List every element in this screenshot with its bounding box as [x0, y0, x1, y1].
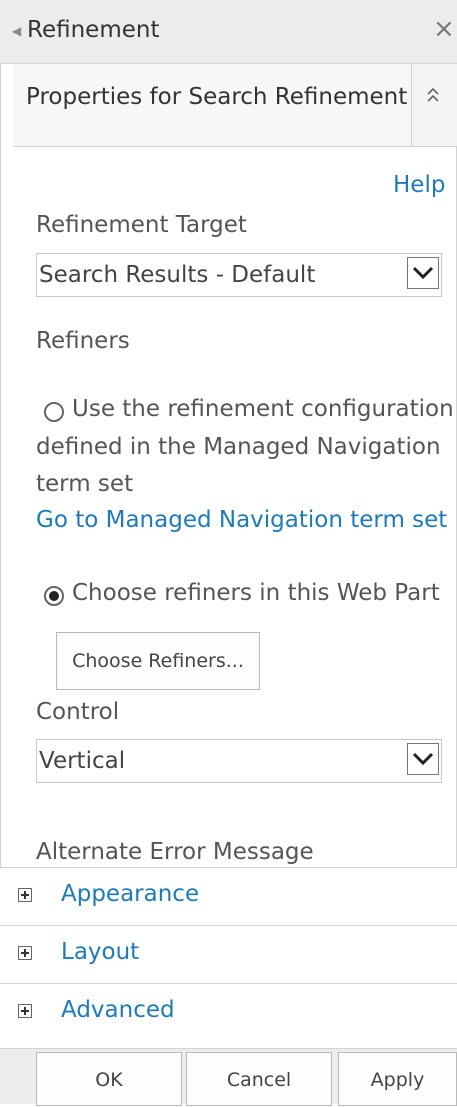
section-header[interactable]: Properties for Search Refinement [13, 64, 457, 147]
close-icon[interactable]: × [433, 14, 455, 44]
chevron-down-icon[interactable] [407, 257, 439, 289]
chevron-up-double-icon [426, 86, 440, 113]
section-collapse-button[interactable] [411, 64, 457, 146]
tool-pane-title: Refinement [27, 17, 160, 43]
radio-managed-label-3: term set [36, 471, 134, 497]
refinement-target-value: Search Results - Default [39, 262, 316, 288]
radio-choose-in-webpart[interactable] [44, 586, 64, 606]
chevron-down-icon[interactable] [407, 743, 439, 775]
section-title: Properties for Search Refinement [26, 84, 408, 110]
footer-bar: OK Cancel Apply [0, 1048, 457, 1106]
expander-appearance[interactable]: Appearance [0, 867, 457, 926]
managed-navigation-link[interactable]: Go to Managed Navigation term set [36, 507, 447, 533]
radio-webpart-label: Choose refiners in this Web Part [72, 580, 440, 606]
radio-managed-label-1: Use the refinement configuration [72, 396, 454, 422]
help-link[interactable]: Help [393, 172, 445, 198]
expander-layout[interactable]: Layout [0, 925, 457, 984]
expander-layout-label[interactable]: Layout [61, 939, 139, 965]
radio-managed-navigation[interactable] [44, 402, 64, 422]
apply-button[interactable]: Apply [338, 1052, 457, 1106]
tool-pane-titlebar: ◀ Refinement × [0, 0, 457, 64]
control-value: Vertical [39, 748, 126, 774]
cancel-button[interactable]: Cancel [186, 1052, 332, 1106]
radio-managed-label-2: defined in the Managed Navigation [36, 434, 441, 460]
expand-plus-icon[interactable] [18, 888, 32, 902]
ok-button[interactable]: OK [36, 1052, 182, 1106]
refiners-label: Refiners [36, 328, 130, 354]
alternate-error-label: Alternate Error Message [36, 839, 314, 865]
collapse-left-icon[interactable]: ◀ [12, 24, 21, 38]
expand-plus-icon[interactable] [18, 946, 32, 960]
control-label: Control [36, 699, 120, 725]
expander-appearance-label[interactable]: Appearance [61, 881, 199, 907]
refinement-target-label: Refinement Target [36, 212, 247, 238]
refinement-target-select[interactable]: Search Results - Default [36, 253, 442, 297]
choose-refiners-button[interactable]: Choose Refiners... [56, 632, 260, 690]
expander-advanced[interactable]: Advanced [0, 983, 457, 1048]
expand-plus-icon[interactable] [18, 1004, 32, 1018]
expander-advanced-label[interactable]: Advanced [61, 997, 175, 1023]
control-select[interactable]: Vertical [36, 739, 442, 783]
radio-selected-dot [49, 591, 59, 601]
